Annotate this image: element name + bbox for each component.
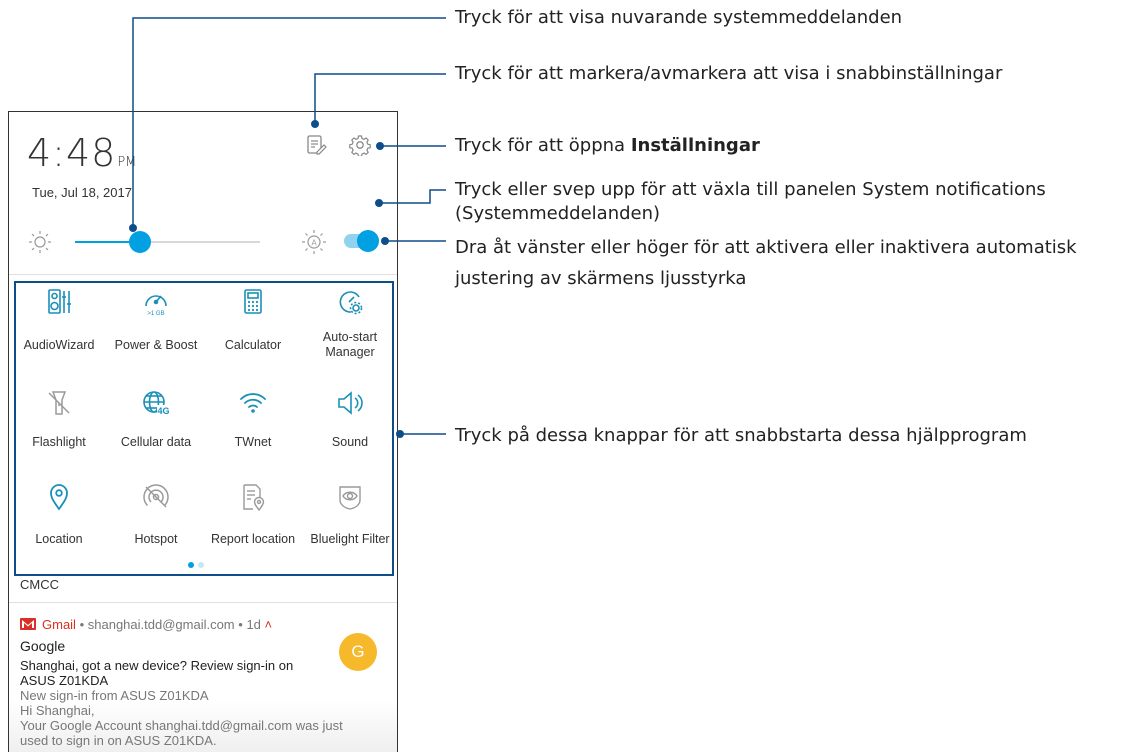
callout-text: Tryck för att öppna xyxy=(455,135,631,156)
callout-dot xyxy=(311,120,319,128)
callout-dot xyxy=(396,430,404,438)
callout-lines xyxy=(14,17,446,576)
callout-open-settings: Tryck för att öppna Inställningar xyxy=(455,134,760,158)
callout-current-notifications: Tryck för att visa nuvarande systemmedde… xyxy=(455,7,903,28)
callout-line-panel-switch xyxy=(379,189,446,204)
callout-bold-text: Inställningar xyxy=(630,135,760,156)
callout-panel-switch-line2: (Systemmeddelanden) xyxy=(455,203,661,224)
callout-line-edit xyxy=(314,73,446,124)
tiles-highlight-box xyxy=(14,281,394,576)
callout-quick-tiles: Tryck på dessa knappar för att snabbstar… xyxy=(455,425,1027,446)
callout-dot xyxy=(376,142,384,150)
callout-auto-brightness-line1: Dra åt vänster eller höger för att aktiv… xyxy=(455,237,1077,258)
callout-line-clock xyxy=(132,17,446,228)
callout-auto-brightness-line2: justering av skärmens ljusstyrka xyxy=(455,268,747,289)
callout-dot xyxy=(381,237,389,245)
callout-dot xyxy=(375,199,383,207)
callout-panel-switch-line1: Tryck eller svep upp för att växla till … xyxy=(455,179,1046,200)
callout-edit-quick-settings: Tryck för att markera/avmarkera att visa… xyxy=(455,63,1003,84)
callout-dot xyxy=(129,224,137,232)
